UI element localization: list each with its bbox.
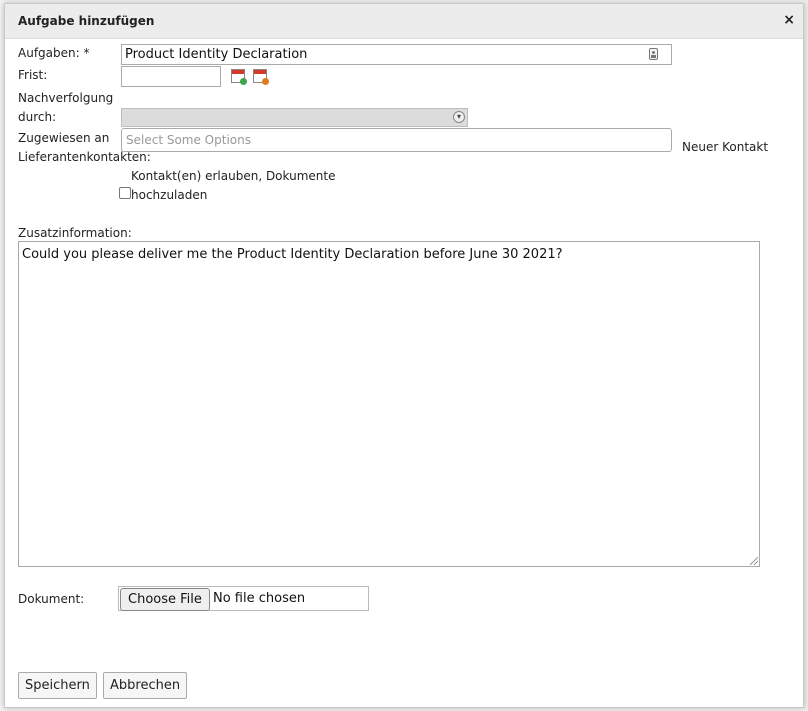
background-edge bbox=[804, 0, 808, 711]
task-input[interactable]: Product Identity Declaration bbox=[121, 44, 672, 65]
cancel-button[interactable]: Abbrechen bbox=[103, 672, 188, 699]
calendar-remove-badge bbox=[262, 78, 269, 85]
file-status: No file chosen bbox=[213, 591, 306, 606]
deadline-input[interactable] bbox=[121, 66, 221, 87]
dialog-title: Aufgabe hinzufügen bbox=[18, 14, 155, 28]
assigned-label-line1: Zugewiesen an bbox=[18, 131, 110, 145]
calendar-remove-icon[interactable] bbox=[253, 69, 269, 85]
upload-permission-label-line1: Kontakt(en) erlauben, Dokumente bbox=[131, 169, 336, 183]
followup-label-line1: Nachverfolgung bbox=[18, 91, 114, 105]
followup-label-line2: durch: bbox=[18, 110, 57, 124]
new-contact-link[interactable]: Neuer Kontakt bbox=[682, 138, 768, 157]
calendar-add-icon[interactable] bbox=[231, 69, 247, 85]
assigned-placeholder: Select Some Options bbox=[126, 133, 251, 147]
upload-permission-checkbox[interactable] bbox=[119, 187, 131, 199]
resize-handle[interactable] bbox=[750, 557, 758, 565]
close-icon[interactable]: × bbox=[783, 12, 795, 28]
save-button[interactable]: Speichern bbox=[18, 672, 97, 699]
followup-select: ▾ bbox=[121, 108, 468, 127]
task-label: Aufgaben: * bbox=[18, 46, 90, 60]
upload-permission-label-line2: hochzuladen bbox=[131, 188, 208, 202]
assigned-contacts-select[interactable]: Select Some Options bbox=[121, 128, 672, 152]
chevron-down-icon: ▾ bbox=[453, 111, 465, 123]
info-textarea-value: Could you please deliver me the Product … bbox=[22, 247, 563, 262]
file-input[interactable]: Choose File No file chosen bbox=[118, 586, 369, 611]
add-task-dialog: Aufgabe hinzufügen × Aufgaben: * Product… bbox=[4, 3, 804, 708]
contact-card-icon[interactable] bbox=[649, 48, 658, 60]
choose-file-button[interactable]: Choose File bbox=[120, 588, 210, 611]
deadline-label: Frist: bbox=[18, 68, 48, 82]
task-input-value: Product Identity Declaration bbox=[125, 47, 308, 62]
info-textarea[interactable]: Could you please deliver me the Product … bbox=[18, 241, 760, 567]
calendar-add-badge bbox=[240, 78, 247, 85]
document-label: Dokument: bbox=[18, 592, 85, 606]
dialog-titlebar: Aufgabe hinzufügen × bbox=[5, 4, 803, 39]
